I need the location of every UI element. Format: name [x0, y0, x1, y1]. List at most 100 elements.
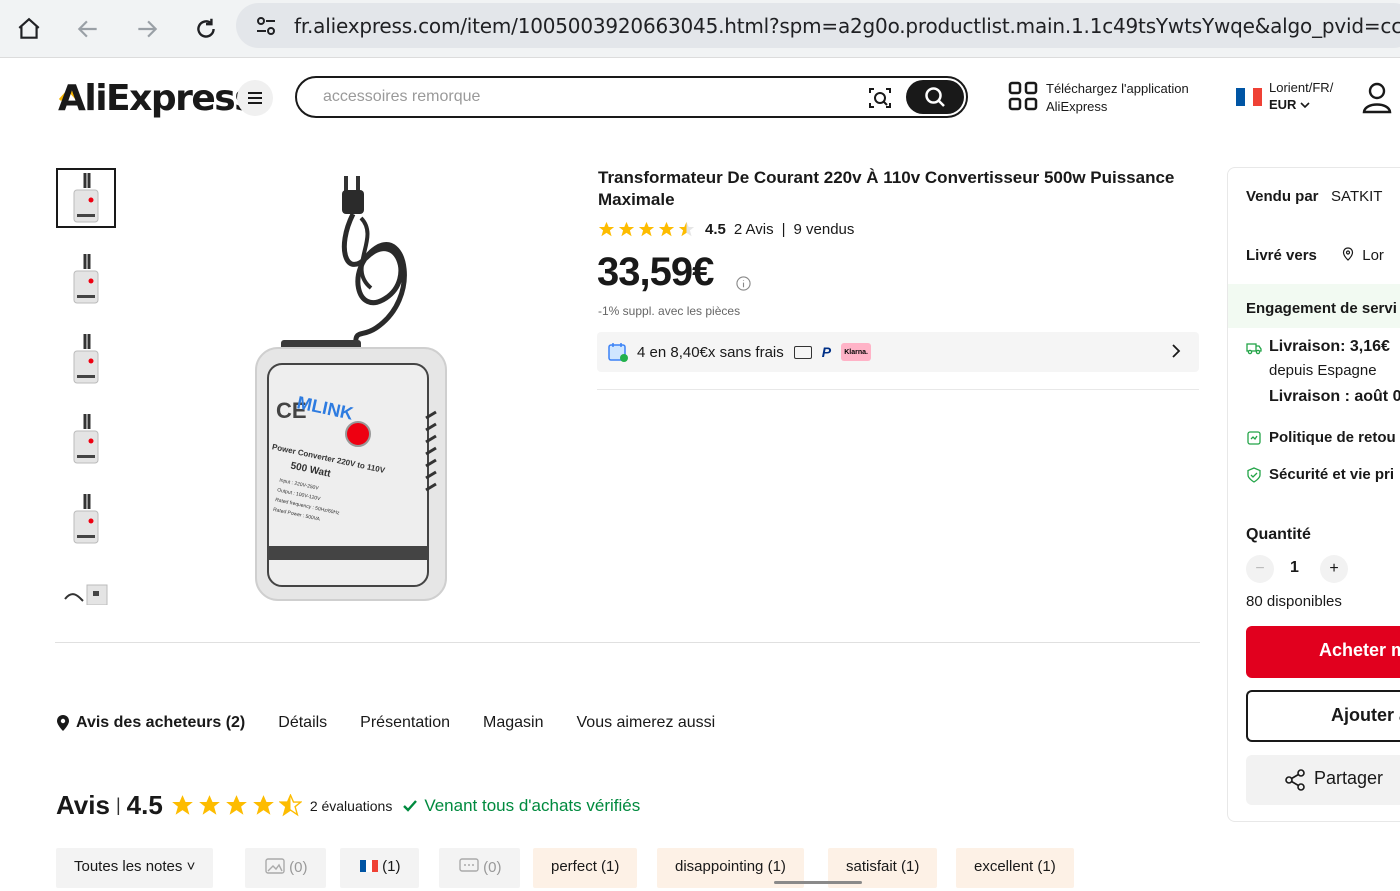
forward-icon[interactable]: [126, 8, 168, 50]
site-settings-icon[interactable]: [254, 14, 278, 38]
tab-reviews[interactable]: Avis des acheteurs (2): [56, 714, 245, 732]
locale-selector[interactable]: Lorient/FR/ EUR: [1234, 78, 1354, 118]
reviews-stars: [171, 794, 302, 817]
app-download-line1: Téléchargez l'application: [1046, 81, 1189, 96]
tab-recommendations[interactable]: Vous aimerez aussi: [577, 714, 716, 732]
sold-by-label: Vendu par: [1246, 188, 1319, 205]
chevron-down-icon: [1300, 102, 1310, 109]
truck-icon: [1246, 343, 1262, 355]
search-input[interactable]: [323, 88, 843, 106]
verified-text: Venant tous d'achats vérifiés: [424, 795, 641, 815]
share-button[interactable]: Partager: [1246, 755, 1400, 805]
credit-card-icon: [793, 345, 812, 359]
france-flag-icon: [1236, 88, 1263, 106]
star-icon: [198, 795, 220, 815]
menu-button[interactable]: [237, 80, 273, 116]
product-thumbnail[interactable]: [56, 489, 116, 549]
return-policy[interactable]: Politique de retou: [1269, 429, 1396, 446]
image-icon: [265, 858, 285, 874]
home-icon[interactable]: [8, 8, 50, 50]
tab-store[interactable]: Magasin: [483, 714, 543, 732]
filter-tag-excellent[interactable]: excellent (1): [956, 848, 1074, 888]
buy-now-button[interactable]: Acheter m: [1246, 626, 1400, 678]
tab-details[interactable]: Détails: [278, 714, 327, 732]
quantity-increase-button[interactable]: +: [1320, 555, 1348, 583]
installment-banner[interactable]: 4 en 8,40€x sans frais P Klarna.: [597, 332, 1199, 372]
service-commitment-label: Engagement de servi: [1246, 300, 1397, 317]
delivery-destination-row[interactable]: Livré vers Lor: [1246, 247, 1384, 264]
filter-tag-perfect[interactable]: perfect (1): [533, 848, 638, 888]
url-text: fr.aliexpress.com/item/1005003920663045.…: [294, 14, 1400, 38]
site-logo[interactable]: AliExpress: [58, 78, 256, 119]
seller-name[interactable]: SATKIT: [1331, 188, 1382, 205]
filter-all-ratings[interactable]: Toutes les notes ˅: [56, 848, 214, 888]
divider: [597, 389, 1199, 390]
tab-overview[interactable]: Présentation: [360, 714, 450, 732]
hamburger-icon: [248, 92, 262, 104]
location-pin-icon: [57, 715, 69, 731]
address-bar[interactable]: fr.aliexpress.com/item/1005003920663045.…: [236, 3, 1400, 48]
location-pin-icon: [1342, 247, 1354, 261]
quantity-decrease-button[interactable]: −: [1246, 555, 1274, 583]
browser-toolbar: fr.aliexpress.com/item/1005003920663045.…: [0, 0, 1400, 58]
filter-country-count: (1): [382, 858, 401, 875]
shield-check-icon: [1247, 467, 1261, 483]
locale-region: Lorient/FR/: [1269, 80, 1334, 95]
locale-currency-row: EUR: [1269, 97, 1310, 112]
klarna-logo: Klarna.: [841, 343, 872, 361]
delivery-cost: Livraison: 3,16€: [1269, 338, 1390, 355]
seller-row[interactable]: Vendu par SATKIT: [1246, 188, 1382, 205]
filter-with-photos[interactable]: (0): [245, 848, 326, 888]
scroll-indicator: [774, 881, 862, 884]
thumbnail-image: [73, 494, 99, 544]
reviews-title: Avis: [56, 790, 110, 820]
half-star-icon: [278, 794, 302, 817]
filter-photos-count: (0): [289, 859, 308, 876]
app-download-link[interactable]: Téléchargez l'application AliExpress: [1008, 78, 1208, 118]
evaluation-count: 2 évaluations: [309, 797, 393, 814]
product-thumbnail[interactable]: [56, 569, 116, 605]
quantity-value[interactable]: 1: [1290, 559, 1299, 577]
tab-reviews-label: Avis des acheteurs (2): [76, 714, 246, 731]
verified-purchases: Venant tous d'achats vérifiés: [402, 796, 640, 816]
app-download-line2: AliExpress: [1046, 99, 1108, 114]
product-thumbnail[interactable]: [56, 329, 116, 389]
thumbnail-image: [64, 584, 108, 605]
coins-discount-note: -1% suppl. avec les pièces: [598, 304, 741, 318]
reload-icon[interactable]: [185, 8, 227, 50]
product-thumbnail[interactable]: [56, 249, 116, 309]
reviews-header: Avis | 4.5 2 évaluations Venant tous d'a…: [56, 790, 640, 821]
thumbnail-image: [73, 334, 99, 384]
product-thumbnail[interactable]: [56, 168, 116, 228]
user-account-icon[interactable]: [1360, 80, 1394, 114]
reviews-separator: |: [115, 795, 121, 815]
purchase-panel: Vendu par SATKIT Livré vers Lor Engageme…: [1227, 167, 1400, 822]
delivery-date: Livraison : août 0: [1269, 388, 1400, 405]
back-icon[interactable]: [67, 8, 109, 50]
star-icon: [598, 221, 615, 236]
installment-text: 4 en 8,40€x sans frais: [637, 343, 784, 361]
thumbnail-image: [73, 254, 99, 304]
search-button[interactable]: [906, 80, 964, 114]
divider: [55, 642, 1200, 643]
filter-country[interactable]: (1): [340, 848, 419, 888]
section-tabs: Avis des acheteurs (2) Détails Présentat…: [56, 714, 748, 732]
security-privacy[interactable]: Sécurité et vie pri: [1269, 466, 1394, 483]
add-to-cart-button[interactable]: Ajouter à: [1246, 690, 1400, 742]
product-main-image[interactable]: CE MLINK Power Converter 220V to 110V 50…: [246, 168, 456, 608]
return-policy-icon: [1247, 431, 1261, 445]
star-icon: [618, 221, 635, 236]
review-count[interactable]: 2 Avis: [734, 221, 774, 238]
reviews-score: 4.5: [126, 790, 163, 820]
rating-summary[interactable]: 4.5 2 Avis | 9 vendus: [598, 219, 854, 239]
qr-code-icon: [1008, 81, 1038, 111]
half-star-icon: [678, 221, 695, 236]
filter-with-comments[interactable]: (0): [439, 848, 520, 888]
separator: |: [781, 220, 786, 238]
info-icon[interactable]: [736, 276, 751, 291]
ships-from: depuis Espagne: [1269, 362, 1377, 379]
image-search-icon[interactable]: [867, 85, 893, 111]
service-commitment: Engagement de servi: [1228, 284, 1400, 328]
thumbnail-image: [73, 414, 99, 464]
product-thumbnail[interactable]: [56, 409, 116, 469]
